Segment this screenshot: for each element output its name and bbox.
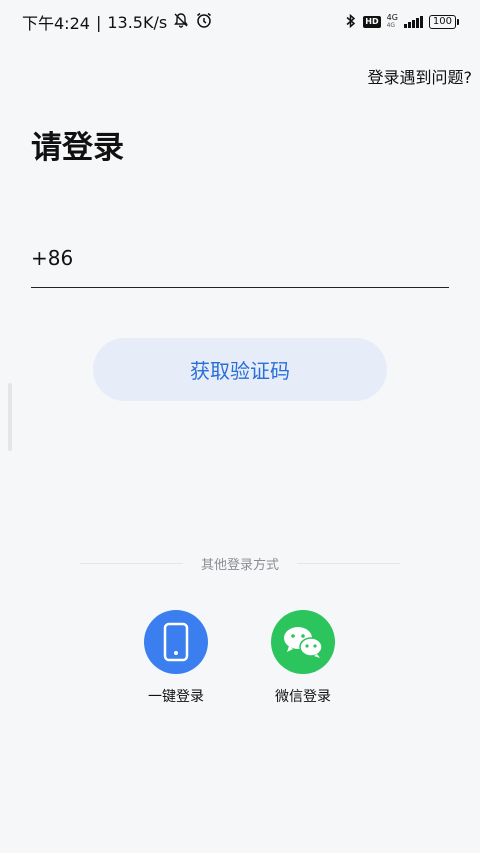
hd-badge: HD	[363, 16, 381, 28]
bluetooth-icon	[345, 13, 357, 32]
one-click-login-option[interactable]: 一键登录	[126, 610, 226, 706]
login-help-link[interactable]: 登录遇到问题?	[368, 64, 473, 88]
divider-line-left	[80, 562, 183, 564]
other-login-divider: 其他登录方式	[80, 553, 401, 573]
page-title: 请登录	[31, 130, 124, 166]
phone-input[interactable]	[83, 245, 449, 270]
divider-line-right	[297, 562, 401, 564]
wechat-login-label: 微信登录	[275, 689, 331, 705]
status-right: HD 4G 4G 100	[345, 13, 460, 32]
country-code-selector[interactable]: +86	[31, 246, 73, 270]
alarm-clock-icon	[195, 11, 213, 33]
status-separator: |	[95, 12, 102, 32]
phone-icon[interactable]	[144, 610, 208, 674]
side-drag-handle	[8, 383, 12, 451]
one-click-login-label: 一键登录	[148, 689, 204, 705]
other-login-label: 其他登录方式	[201, 557, 280, 573]
status-bar: 下午4:24 | 13.5K/s HD 4G 4G 100	[0, 0, 480, 44]
signal-icon	[403, 16, 423, 28]
phone-field[interactable]: +86	[31, 228, 449, 288]
network-type: 4G 4G	[386, 13, 398, 30]
battery-icon: 100	[428, 15, 460, 29]
status-left: 下午4:24 | 13.5K/s	[22, 10, 213, 34]
bell-muted-icon	[173, 12, 189, 32]
wechat-icon[interactable]	[271, 610, 335, 674]
status-time: 下午4:24	[22, 14, 90, 33]
wechat-login-option[interactable]: 微信登录	[253, 610, 353, 706]
network-speed: 13.5K/s	[107, 12, 168, 32]
get-verification-code-button[interactable]: 获取验证码	[93, 338, 387, 401]
